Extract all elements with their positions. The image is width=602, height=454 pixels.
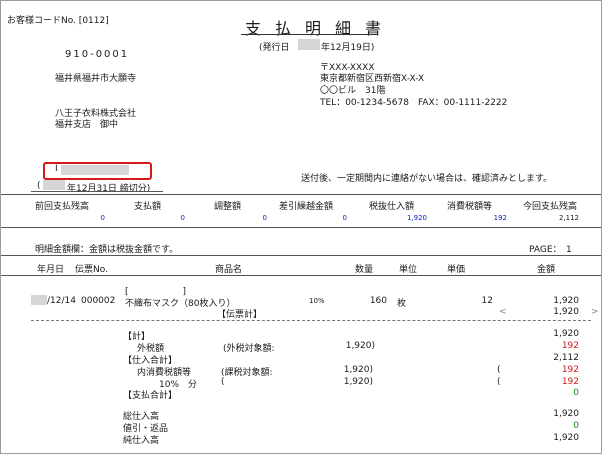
row-divider [31,320,591,321]
slip-total-label: 【伝票計】 [217,310,263,320]
page-title: 支払明細書 [245,19,396,38]
discount-returns-value: 0 [573,421,579,431]
row-slip: 000002 [81,296,116,306]
rate-base: 1,920) [343,377,373,387]
summary-value-prev-balance: 0 [100,214,105,222]
internal-tax-paren: ( [497,365,501,375]
customer-code: お客様コードNo. [0112] [7,16,109,26]
gross-purchase-value: 1,920 [553,409,579,419]
recipient-address: 福井県福井市大願寺 [55,74,137,84]
period-underline [31,191,163,192]
slip-total-value: 1,920 [553,307,579,317]
redacted-name [61,165,129,175]
summary-bottom-border [1,227,601,228]
column-item: 商品名 [215,265,243,275]
sender-contact: TEL：00-1234-5678 FAX：00-1111-2222 [320,98,508,108]
column-amount: 金額 [537,265,556,275]
summary-header-paid: 支払額 [134,202,162,212]
taxable-base: 1,920) [343,365,373,375]
summary-top-border [1,194,601,195]
summary-header-tax: 消費税額等 [447,202,493,212]
rate-paren: ( [497,377,501,387]
column-slip: 伝票No. [75,265,108,275]
row-date: /12/14 [47,296,76,306]
prev-page-icon[interactable]: < [499,307,507,317]
summary-header-carryover: 差引繰越金額 [279,202,334,212]
summary-header-adjustment: 調整額 [214,202,242,212]
period-open: ( [37,181,41,191]
redacted-period-year [43,180,65,190]
highlighted-text: I [55,164,58,174]
redacted-year [298,39,320,50]
title-underline [241,34,375,35]
detail-header-bottom-border [1,275,601,276]
summary-value-tax: 192 [493,214,507,222]
issue-date-suffix: 年12月19日) [321,43,375,53]
page-number: PAGE： 1 [529,245,572,255]
purchase-total-value: 2,112 [553,353,579,363]
summary-header-current-balance: 今回支払残高 [523,202,578,212]
row-tax-rate: 10% [309,297,325,305]
detail-note: 明細金額欄：金額は税抜金額です。 [35,245,179,255]
recipient-postal: 910-0001 [65,49,130,60]
closing-period: 年12月31日 締切分) [67,184,151,194]
column-price: 単価 [447,265,466,275]
row-price: 12 [481,296,493,306]
statement-document: お客様コードNo. [0112] 支払明細書 (発行日 年12月19日) 910… [0,0,602,454]
summary-value-paid: 0 [180,214,185,222]
summary-value-carryover: 0 [342,214,347,222]
total-value: 1,920 [553,329,579,339]
column-qty: 数量 [355,265,374,275]
summary-value-net-purchase: 1,920 [406,214,427,222]
summary-header-prev-balance: 前回支払残高 [35,202,90,212]
next-page-icon[interactable]: > [591,307,599,317]
detail-header-top-border [1,255,601,256]
external-tax-base: 1,920) [345,341,375,351]
taxable-base-label: (課税対象額: [221,368,273,378]
row-unit: 枚 [397,299,407,309]
payment-total-value: 0 [573,388,579,398]
external-tax-value: 192 [561,341,579,351]
net-purchase-value: 1,920 [553,433,579,443]
column-unit: 単位 [399,265,418,275]
recipient-branch: 福井支店 御中 [55,120,119,130]
summary-header-net-purchase: 税抜仕入額 [369,202,415,212]
redacted-row-year [31,295,47,305]
payment-total-label: 【支払合計】 [123,391,178,401]
rate-tax-value: 192 [561,377,579,387]
internal-tax-value: 192 [561,365,579,375]
external-tax-base-label: (外税対象額: [223,344,275,354]
row-amount: 1,920 [553,296,579,306]
summary-value-current-balance: 2,112 [558,214,579,222]
issue-date-prefix: (発行日 [259,43,290,53]
summary-value-adjustment: 0 [262,214,267,222]
column-date: 年月日 [37,265,65,275]
rate-detail-paren: ( [221,377,225,387]
confirmation-note: 送付後、一定期間内に連絡がない場合は、確認済みとします。 [301,174,553,184]
net-purchase-label: 純仕入高 [123,436,160,446]
row-qty: 160 [369,296,387,306]
